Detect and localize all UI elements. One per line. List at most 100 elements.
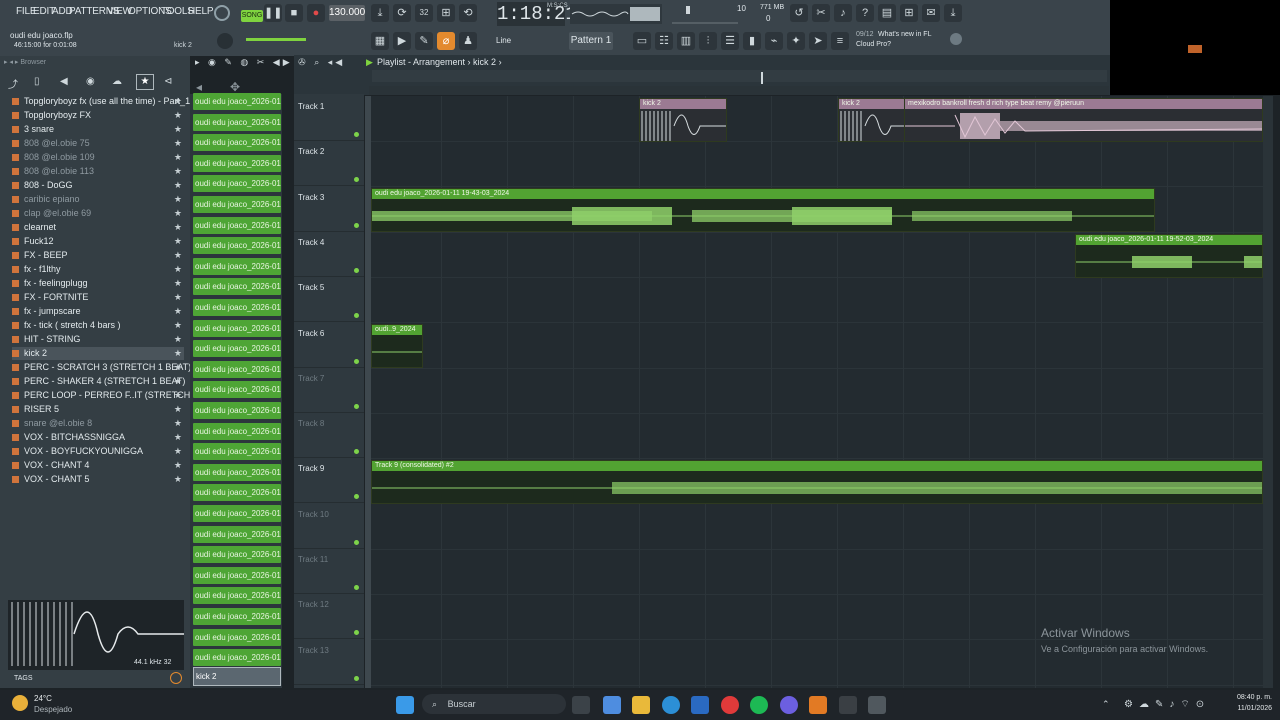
- cut-icon[interactable]: ✂: [812, 4, 830, 22]
- plugin-icon[interactable]: ▮: [743, 32, 761, 50]
- magnet-icon[interactable]: ⌀: [437, 32, 455, 50]
- channel-button[interactable]: oudi edu joaco_2026-01...: [193, 546, 281, 564]
- master-pitch-slider[interactable]: [246, 38, 306, 41]
- cloud-icon[interactable]: ☁: [112, 76, 122, 87]
- browser-item[interactable]: HIT - STRING ★: [12, 333, 184, 346]
- arrow-right-icon[interactable]: ▶: [393, 32, 411, 50]
- tags-label[interactable]: TAGS: [14, 675, 33, 682]
- copilot-icon[interactable]: [603, 696, 621, 714]
- pattern-picker-icon[interactable]: ▦: [371, 32, 389, 50]
- app-icon[interactable]: [839, 696, 857, 714]
- star-icon[interactable]: ★: [174, 207, 182, 220]
- channel-button[interactable]: oudi edu joaco_2026-01...: [193, 422, 281, 440]
- browser-item[interactable]: PERC - SCRATCH 3 (STRETCH 1 BEAT) ★: [12, 361, 191, 374]
- track-mute-led[interactable]: [354, 494, 359, 500]
- channel-button[interactable]: oudi edu joaco_2026-01...: [193, 360, 281, 378]
- edge-icon[interactable]: [662, 696, 680, 714]
- fl-studio-icon[interactable]: [809, 696, 827, 714]
- discord-icon[interactable]: [780, 696, 798, 714]
- track-lane[interactable]: [369, 504, 1263, 550]
- record-button[interactable]: ●: [307, 4, 325, 22]
- brush-icon[interactable]: ✎: [415, 32, 433, 50]
- back-icon[interactable]: ◀: [60, 76, 68, 87]
- clip-mexikodro-sample[interactable]: mexikodro bankroll fresh d rich type bea…: [904, 98, 1263, 142]
- store-icon[interactable]: [691, 696, 709, 714]
- channel-button[interactable]: oudi edu joaco_2026-01...: [193, 484, 281, 502]
- track-mute-led[interactable]: [354, 222, 359, 228]
- horizontal-scroll-bar[interactable]: [372, 70, 1107, 82]
- track-header[interactable]: Track 8: [294, 413, 364, 459]
- channel-button[interactable]: oudi edu joaco_2026-01...: [193, 216, 281, 234]
- metronome-dial-icon[interactable]: [214, 5, 230, 21]
- channel-button[interactable]: oudi edu joaco_2026-01...: [193, 505, 281, 522]
- menu-help[interactable]: HELP: [188, 6, 214, 17]
- loop-record-icon[interactable]: ⟳: [393, 4, 411, 22]
- browser-item[interactable]: fx - tick ( stretch 4 bars ) ★: [12, 319, 184, 332]
- download-icon[interactable]: ⤓: [944, 4, 962, 22]
- browser-item[interactable]: PERC - SHAKER 4 (STRETCH 1 BEAT) ★: [12, 375, 185, 388]
- track-header[interactable]: Track 3: [294, 187, 364, 232]
- track-header[interactable]: Track 11: [294, 549, 364, 594]
- track-lane[interactable]: [369, 413, 1263, 460]
- browser-item[interactable]: FX - BEEP ★: [12, 249, 184, 262]
- track-mute-led[interactable]: [354, 449, 359, 455]
- track-header[interactable]: Track 2: [294, 141, 364, 187]
- channel-button[interactable]: oudi edu joaco_2026-01...: [193, 257, 281, 275]
- channel-button[interactable]: oudi edu joaco_2026-01...: [193, 587, 281, 605]
- browser-item[interactable]: 808 @el.obie 113 ★: [12, 165, 184, 178]
- browser-item[interactable]: 3 snare ★: [12, 123, 184, 136]
- channel-button[interactable]: oudi edu joaco_2026-01...: [193, 154, 281, 172]
- browser-view-icon[interactable]: ☰: [721, 32, 739, 50]
- track-lane[interactable]: [369, 549, 1263, 595]
- browser-item[interactable]: RISER 5 ★: [12, 403, 184, 416]
- star-icon[interactable]: ★: [174, 375, 182, 388]
- star-icon[interactable]: ★: [174, 193, 182, 206]
- browser-item[interactable]: fx - jumpscare ★: [12, 305, 184, 318]
- star-icon[interactable]: ★: [174, 333, 182, 346]
- channel-button[interactable]: oudi edu joaco_2026-01...: [193, 134, 281, 152]
- browser-item[interactable]: caribic epiano ★: [12, 193, 184, 206]
- channel-button[interactable]: oudi edu joaco_2026-01...: [193, 649, 281, 667]
- star-icon[interactable]: ★: [174, 221, 182, 234]
- star-icon[interactable]: ★: [174, 165, 182, 178]
- channel-kick-2[interactable]: kick 2: [193, 667, 281, 686]
- weather-desc[interactable]: Despejado: [34, 705, 72, 714]
- star-icon[interactable]: ★: [174, 123, 182, 136]
- snap-selector[interactable]: Line: [496, 36, 511, 45]
- browser-item[interactable]: VOX - BOYFUCKYOUNIGGA ★: [12, 445, 184, 458]
- track-lane[interactable]: [369, 323, 1263, 369]
- browser-item[interactable]: Topgloryboyz FX ★: [12, 109, 184, 122]
- undo-icon[interactable]: ↺: [790, 4, 808, 22]
- star-icon[interactable]: ★: [174, 347, 182, 360]
- stop-button[interactable]: ■: [285, 4, 303, 22]
- track-header[interactable]: Track 7: [294, 368, 364, 413]
- track-mute-led[interactable]: [354, 585, 359, 590]
- clip-oudi-edu-joaco-a[interactable]: oudi edu joaco_2026-01-11 19-43-03_2024: [371, 188, 1155, 232]
- channel-scroll-left-icon[interactable]: ◂: [196, 80, 202, 94]
- channel-button[interactable]: oudi edu joaco_2026-01...: [193, 525, 281, 543]
- track-mute-led[interactable]: [354, 358, 359, 364]
- track-lane[interactable]: [369, 141, 1263, 188]
- track-header[interactable]: Track 5: [294, 277, 364, 323]
- playhead-marker[interactable]: [761, 72, 763, 84]
- star-icon[interactable]: ★: [174, 431, 182, 444]
- star-icon[interactable]: ★: [174, 459, 182, 472]
- channel-button[interactable]: oudi edu joaco_2026-01...: [193, 381, 281, 399]
- browser-item[interactable]: VOX - BITCHASSNIGGA ★: [12, 431, 184, 444]
- track-mute-led[interactable]: [354, 132, 359, 137]
- channel-button[interactable]: oudi edu joaco_2026-01...: [193, 113, 281, 131]
- plug-icon[interactable]: ⌁: [765, 32, 783, 50]
- clip-oudi-short[interactable]: oudi..9_2024: [371, 324, 423, 368]
- chat-icon[interactable]: ✉: [922, 4, 940, 22]
- track-mute-led[interactable]: [354, 539, 359, 545]
- clip-track-9-consolidated[interactable]: Track 9 (consolidated) #2: [371, 460, 1263, 504]
- clip-kick-2-b[interactable]: kick 2: [838, 98, 908, 142]
- track-mute-led[interactable]: [354, 403, 359, 409]
- export-icon[interactable]: ▤: [878, 4, 896, 22]
- star-icon[interactable]: ★: [174, 277, 182, 290]
- search-icon[interactable]: [170, 672, 182, 684]
- star-icon[interactable]: ★: [174, 319, 182, 332]
- windows-start-icon[interactable]: [396, 696, 414, 714]
- clock-time[interactable]: 08:40 p. m.: [1228, 694, 1272, 701]
- star-icon[interactable]: ★: [174, 473, 182, 486]
